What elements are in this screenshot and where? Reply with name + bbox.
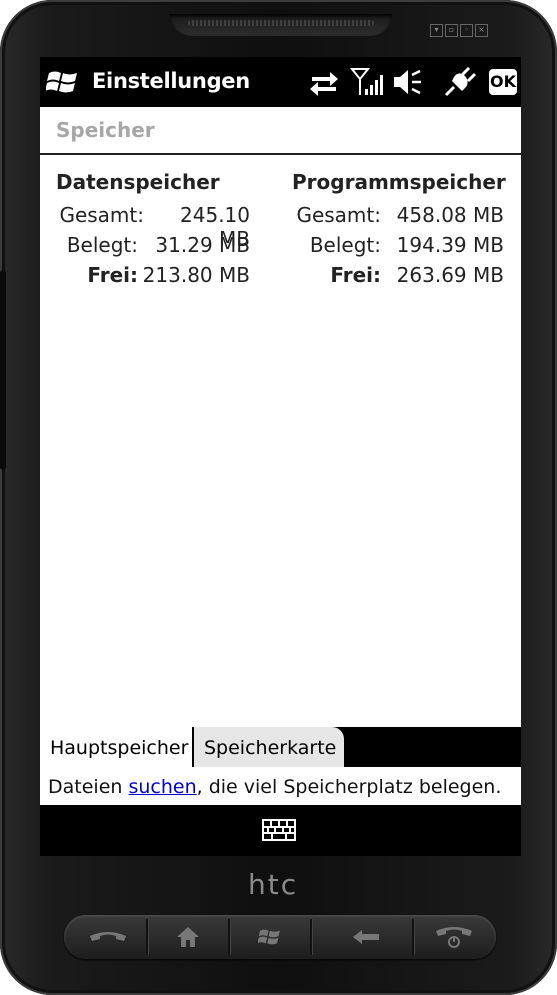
side-volume-button[interactable] (0, 270, 6, 470)
data-used-value: 31.29 MB (155, 233, 250, 257)
program-total-value: 458.08 MB (396, 203, 504, 227)
status-bar: Einstellungen OK (40, 57, 521, 107)
windows-start-icon[interactable] (46, 67, 80, 97)
hint-after: , die viel Speicherplatz belegen. (196, 776, 502, 798)
device-screen: Einstellungen OK Speicher Datenspeicher … (40, 57, 521, 856)
program-used-label: Belegt: (309, 233, 381, 257)
back-arrow-icon (353, 930, 379, 944)
keyboard-icon[interactable] (262, 819, 296, 841)
rotate-icon[interactable]: ◦ (460, 24, 473, 37)
program-total-label: Gesamt: (296, 203, 381, 227)
program-free-label: Frei: (330, 263, 381, 287)
search-link[interactable]: suchen (128, 776, 196, 798)
program-used-row: Belegt: 194.39 MB (292, 233, 506, 263)
data-used-label: Belegt: (66, 233, 138, 257)
data-used-row: Belegt: 31.29 MB (56, 233, 250, 263)
soft-key-bar (40, 805, 521, 856)
ok-button[interactable]: OK (489, 69, 517, 95)
program-total-row: Gesamt: 458.08 MB (292, 203, 506, 233)
content-area: Speicher Datenspeicher Gesamt: 245.10 MB… (40, 107, 521, 727)
data-free-label: Frei: (87, 263, 138, 287)
data-free-value: 213.80 MB (142, 263, 250, 287)
restore-icon[interactable]: ▫ (445, 24, 458, 37)
htc-logo: htc (248, 868, 299, 901)
phone-frame: ▾ ▫ ◦ × Einstellungen OK Speicher Datens… (0, 0, 557, 995)
speaker-mute-icon[interactable] (392, 67, 422, 97)
data-total-label: Gesamt: (59, 203, 144, 227)
program-storage-section: Programmspeicher Gesamt: 458.08 MB Beleg… (292, 170, 506, 293)
earpiece-speaker (170, 14, 392, 36)
emulator-window-controls[interactable]: ▾ ▫ ◦ × (430, 24, 488, 37)
program-free-row: Frei: 263.69 MB (292, 263, 506, 293)
tab-strip: Hauptspeicher Speicherkarte (40, 727, 521, 767)
data-total-row: Gesamt: 245.10 MB (56, 203, 250, 251)
call-icon (90, 932, 126, 941)
data-sync-icon[interactable] (308, 67, 340, 97)
close-icon[interactable]: × (475, 24, 488, 37)
windows-button[interactable] (230, 917, 310, 957)
signal-strength-icon[interactable] (350, 67, 384, 97)
hint-before: Dateien (48, 776, 129, 798)
data-storage-title: Datenspeicher (56, 170, 220, 194)
hardware-button-bar (64, 915, 496, 959)
power-plug-icon[interactable] (442, 67, 476, 97)
end-call-icon (436, 927, 472, 948)
minimize-icon[interactable]: ▾ (430, 24, 443, 37)
data-free-row: Frei: 213.80 MB (56, 263, 250, 293)
page-title: Speicher (56, 118, 155, 142)
program-free-value: 263.69 MB (396, 263, 504, 287)
data-storage-section: Datenspeicher Gesamt: 245.10 MB Belegt: … (56, 170, 250, 293)
call-button[interactable] (68, 917, 148, 957)
home-button[interactable] (148, 917, 228, 957)
end-call-button[interactable] (414, 917, 494, 957)
home-icon (177, 927, 199, 947)
back-button[interactable] (326, 917, 406, 957)
page-header: Speicher (40, 107, 521, 155)
windows-icon (258, 929, 280, 945)
tab-storage-card[interactable]: Speicherkarte (194, 727, 344, 767)
tab-main-memory[interactable]: Hauptspeicher (40, 727, 192, 767)
program-storage-title: Programmspeicher (292, 170, 506, 194)
app-title: Einstellungen (92, 69, 250, 93)
data-total-value: 245.10 MB (180, 203, 250, 251)
hint-text: Dateien suchen, die viel Speicherplatz b… (40, 767, 521, 805)
program-used-value: 194.39 MB (396, 233, 504, 257)
